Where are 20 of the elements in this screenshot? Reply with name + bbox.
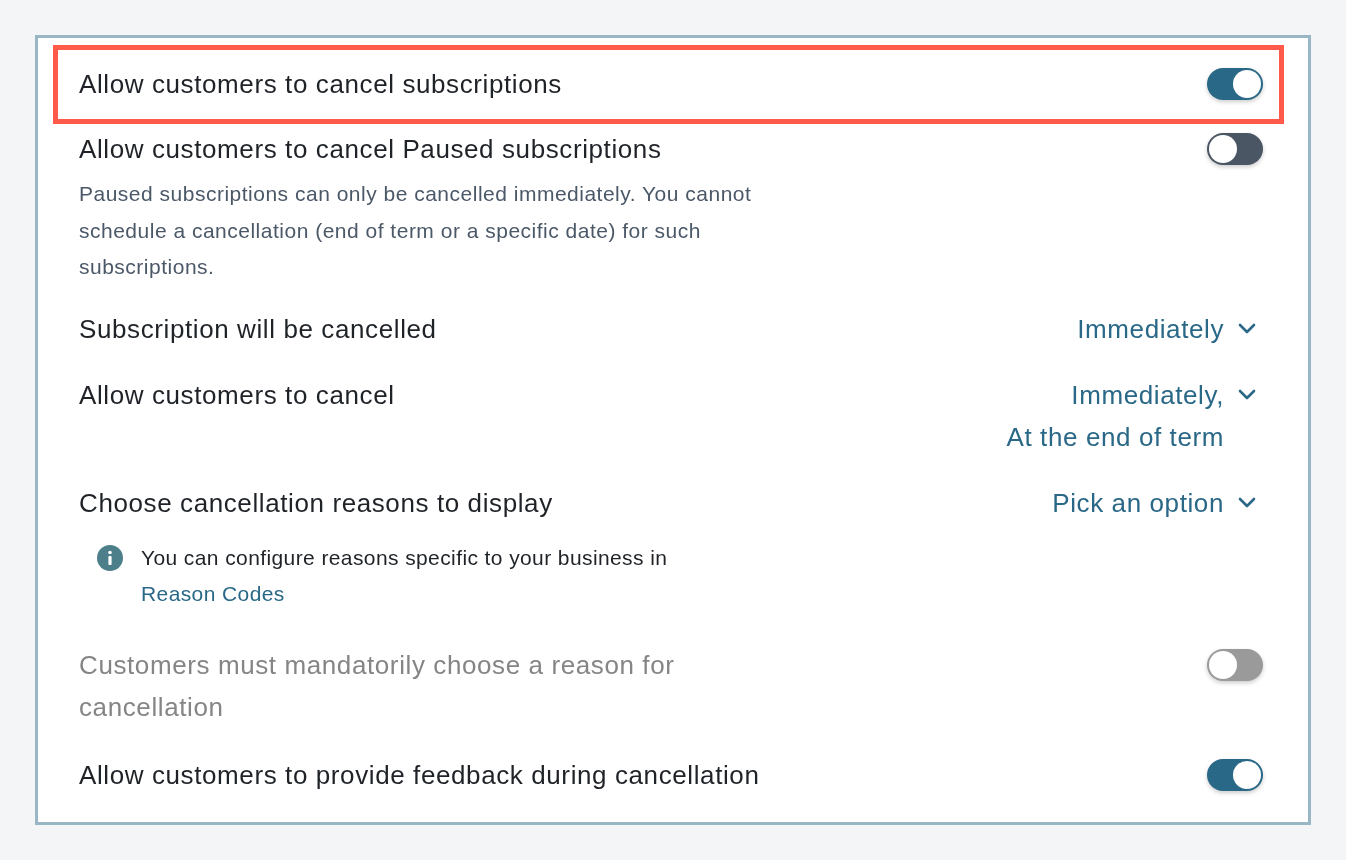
chevron-down-icon xyxy=(1238,496,1256,509)
chevron-down-icon xyxy=(1238,388,1256,401)
setting-label: Allow customers to cancel subscriptions xyxy=(79,68,562,101)
setting-label: Allow customers to cancel xyxy=(79,378,395,412)
setting-label: Subscription will be cancelled xyxy=(79,312,437,346)
toggle-switch[interactable] xyxy=(1207,133,1263,165)
setting-label: Allow customers to provide feedback during cancellation xyxy=(79,758,760,792)
dropdown-select[interactable]: Pick an option xyxy=(1052,481,1256,524)
info-icon xyxy=(97,544,123,571)
toggle-switch[interactable] xyxy=(1207,68,1263,100)
info-text: You can configure reasons specific to your business in xyxy=(141,544,668,571)
dropdown-select[interactable]: Immediately, At the end of term xyxy=(1006,373,1256,458)
dropdown-select[interactable]: Immediately xyxy=(1077,307,1256,350)
toggle-switch[interactable] xyxy=(1207,758,1263,791)
setting-label: Choose cancellation reasons to display xyxy=(79,486,553,520)
setting-label: Allow customers to cancel Paused subscriptions xyxy=(79,133,663,166)
reason-codes-link[interactable]: Reason Codes xyxy=(141,575,285,612)
setting-label: Customers must mandatorily choose a reason for cancellation xyxy=(79,648,676,724)
setting-description: Paused subscriptions can only be cancelled immediately. You cannot schedule a cancellation (end of term or a specific date) for such subscriptions. xyxy=(79,181,753,280)
chevron-down-icon xyxy=(1238,322,1256,335)
